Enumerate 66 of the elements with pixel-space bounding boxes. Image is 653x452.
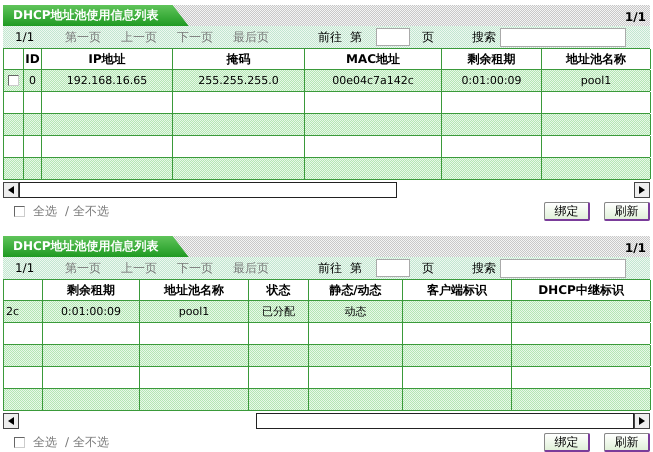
column-header: 地址池名称: [164, 282, 224, 298]
action-button[interactable]: 刷新: [604, 202, 650, 220]
select-all-checkbox[interactable]: [14, 206, 25, 216]
column-header: 客户端标识: [427, 282, 487, 298]
right-triangle-icon: [639, 186, 645, 194]
page-indicator: 1/1: [15, 30, 36, 44]
page-number-field[interactable]: [376, 28, 410, 46]
table-cell: 192.168.16.65: [66, 74, 148, 87]
action-button[interactable]: 绑定: [544, 202, 590, 220]
scroll-left-button[interactable]: [3, 413, 19, 429]
left-triangle-icon: [8, 417, 14, 425]
page-indicator: 1/1: [15, 261, 36, 275]
scrollbar-thumb[interactable]: [256, 413, 634, 429]
deselect-all-label[interactable]: / 全不选: [65, 202, 109, 220]
table-cell: pool1: [178, 305, 210, 318]
column-header: MAC地址: [346, 50, 400, 68]
scroll-left-button[interactable]: [3, 182, 19, 198]
page-suffix: 页: [422, 260, 434, 276]
scroll-right-button[interactable]: [634, 413, 650, 429]
scroll-right-button[interactable]: [634, 182, 650, 198]
select-all-label[interactable]: 全选: [33, 434, 57, 450]
panel-title: DHCP地址池使用信息列表: [3, 236, 189, 257]
search-field[interactable]: [500, 28, 626, 46]
page-prefix: 第: [350, 260, 362, 276]
table-cell: 00e04c7a142c: [332, 74, 414, 87]
right-triangle-icon: [639, 417, 645, 425]
action-button[interactable]: 刷新: [604, 432, 650, 452]
scrollbar-thumb[interactable]: [19, 182, 397, 198]
select-all-checkbox[interactable]: [14, 436, 25, 448]
column-header: IP地址: [88, 50, 126, 68]
deselect-all-label[interactable]: / 全不选: [65, 434, 109, 450]
page-count: 1/1: [624, 241, 647, 257]
column-header: 剩余租期: [67, 282, 115, 298]
table-cell: 2c: [6, 305, 20, 318]
horizontal-scrollbar[interactable]: [3, 413, 650, 429]
goto-label: 前往: [318, 28, 342, 46]
column-header: ID: [25, 52, 40, 66]
column-header: 地址池名称: [566, 50, 626, 68]
table-row[interactable]: 0 192.168.16.65 255.255.255.0 00e04c7a142c 0:01:00:09 pool1: [4, 70, 650, 92]
search-label: 搜索: [472, 260, 496, 276]
table-cell: pool1: [580, 74, 612, 87]
column-header: 静态/动态: [329, 282, 382, 298]
row-checkbox[interactable]: [8, 75, 19, 86]
table-cell: 255.255.255.0: [198, 74, 279, 87]
table-cell: 0:01:00:09: [60, 305, 122, 318]
column-header: 状态: [266, 282, 290, 298]
left-triangle-icon: [8, 186, 14, 194]
column-header: 掩码: [226, 50, 250, 68]
select-all-label[interactable]: 全选: [33, 202, 57, 220]
table-cell: 0:01:00:09: [461, 74, 522, 87]
page-number-field[interactable]: [376, 259, 410, 277]
column-header: DHCP中继标识: [538, 282, 624, 298]
goto-label: 前往: [318, 260, 342, 276]
table-cell: 动态: [344, 304, 366, 319]
page-suffix: 页: [422, 28, 434, 46]
column-header: 剩余租期: [468, 50, 516, 68]
table-cell: 0: [29, 74, 36, 87]
horizontal-scrollbar[interactable]: [3, 182, 650, 198]
panel-title: DHCP地址池使用信息列表: [3, 5, 189, 26]
page-prefix: 第: [350, 28, 362, 46]
table-cell: 已分配: [262, 304, 295, 319]
page-count: 1/1: [624, 10, 647, 26]
action-button[interactable]: 绑定: [544, 432, 590, 452]
table-row[interactable]: 2c 0:01:00:09 pool1 已分配 动态: [4, 301, 650, 323]
search-field[interactable]: [500, 258, 626, 278]
search-label: 搜索: [472, 28, 496, 46]
